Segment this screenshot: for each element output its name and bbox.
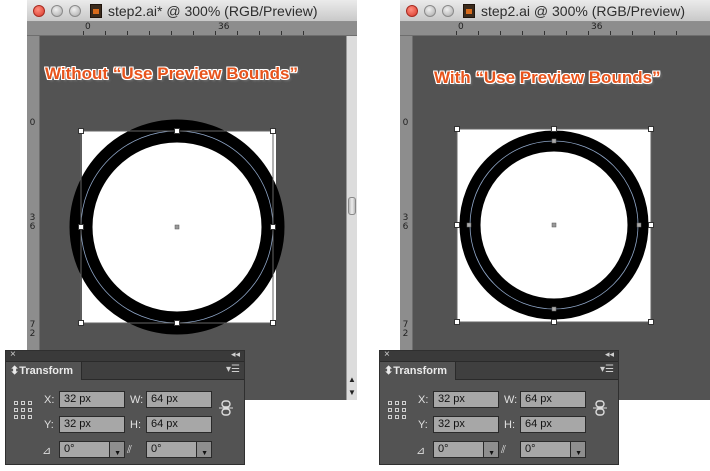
tab-transform[interactable]: ⬍Transform: [6, 362, 82, 380]
caption: With “Use Preview Bounds”: [434, 68, 661, 87]
document-window-right: step2.ai @ 300% (RGB/Preview) 0 36 0 36 …: [400, 0, 710, 400]
rotate-icon: ⊿: [42, 445, 52, 457]
rotate-value: 0°: [438, 443, 449, 455]
y-label: Y:: [44, 419, 54, 431]
w-label: W:: [130, 394, 144, 406]
transform-panel-left: × ◂◂ ⬍Transform ▾☰ X: 32 px W: 64 px Y: …: [5, 349, 245, 465]
panel-menu-icon[interactable]: ▾☰: [600, 364, 614, 375]
close-icon[interactable]: ×: [384, 349, 390, 360]
panel-menu-icon[interactable]: ▾☰: [226, 364, 240, 375]
panel-header[interactable]: × ◂◂: [6, 349, 244, 362]
reference-point-icon[interactable]: [388, 401, 408, 421]
rotate-select[interactable]: 0° ▼: [433, 441, 499, 458]
y-field[interactable]: 32 px: [433, 416, 499, 433]
tab-transform[interactable]: ⬍Transform: [380, 362, 456, 380]
tab-label: Transform: [393, 365, 448, 377]
reference-point-icon[interactable]: [14, 401, 34, 421]
shear-value: 0°: [525, 443, 536, 455]
x-field[interactable]: 32 px: [433, 391, 499, 408]
h-field[interactable]: 64 px: [146, 416, 212, 433]
shear-icon: ⫽: [127, 444, 132, 456]
panel-tab-bar: ⬍Transform ▾☰: [6, 362, 244, 380]
selected-ring[interactable]: [400, 0, 710, 400]
panel-tab-bar: ⬍Transform ▾☰: [380, 362, 618, 380]
x-label: X:: [418, 394, 429, 406]
link-icon[interactable]: [219, 400, 233, 416]
shear-icon: ⫽: [501, 444, 506, 456]
tab-label: Transform: [19, 365, 74, 377]
chevron-down-icon[interactable]: ▼: [201, 446, 208, 461]
selected-ring[interactable]: [27, 0, 357, 400]
caption: Without “Use Preview Bounds”: [45, 64, 298, 83]
chevron-down-icon[interactable]: ▼: [488, 446, 495, 461]
chevron-down-icon[interactable]: ▼: [114, 446, 121, 461]
link-icon[interactable]: [593, 400, 607, 416]
rotate-select[interactable]: 0° ▼: [59, 441, 125, 458]
rotate-icon: ⊿: [416, 445, 426, 457]
w-field[interactable]: 64 px: [146, 391, 212, 408]
shear-select[interactable]: 0° ▼: [146, 441, 212, 458]
y-field[interactable]: 32 px: [59, 416, 125, 433]
shear-select[interactable]: 0° ▼: [520, 441, 586, 458]
panel-header[interactable]: × ◂◂: [380, 349, 618, 362]
chevron-down-icon[interactable]: ▼: [575, 446, 582, 461]
w-label: W:: [504, 394, 518, 406]
w-field[interactable]: 64 px: [520, 391, 586, 408]
rotate-value: 0°: [64, 443, 75, 455]
x-label: X:: [44, 394, 55, 406]
shear-value: 0°: [151, 443, 162, 455]
close-icon[interactable]: ×: [10, 349, 16, 360]
y-label: Y:: [418, 419, 428, 431]
transform-panel-right: × ◂◂ ⬍Transform ▾☰ X: 32 px W: 64 px Y: …: [379, 349, 619, 465]
document-window-left: step2.ai* @ 300% (RGB/Preview) 0 36 0 36…: [27, 0, 357, 400]
double-chevron-icon[interactable]: ◂◂: [231, 349, 240, 360]
double-chevron-icon[interactable]: ◂◂: [605, 349, 614, 360]
x-field[interactable]: 32 px: [59, 391, 125, 408]
h-label: H:: [504, 419, 515, 431]
h-field[interactable]: 64 px: [520, 416, 586, 433]
h-label: H:: [130, 419, 141, 431]
